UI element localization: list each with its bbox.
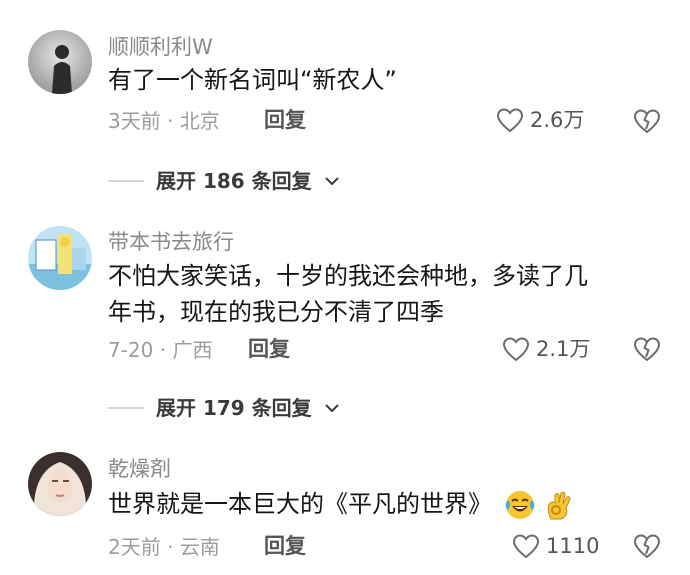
comment-text: 世界就是一本巨大的《平凡的世界》 <box>108 486 575 522</box>
like-count: 2.1万 <box>536 336 591 361</box>
username[interactable]: 带本书去旅行 <box>108 232 234 253</box>
like-button[interactable]: 2.6万 <box>496 107 584 133</box>
avatar[interactable] <box>28 452 92 516</box>
laughing-tears-icon <box>505 491 534 519</box>
like-button[interactable]: 1110 <box>512 533 599 559</box>
expand-replies-label: 展开 186 条回复 <box>156 169 312 193</box>
heart-icon <box>512 534 540 559</box>
meta-separator: · <box>167 535 174 559</box>
comment-location: 云南 <box>179 535 220 559</box>
comment-meta: 2天前 · 云南 <box>108 537 220 557</box>
comment-meta: 7-20 · 广西 <box>108 340 212 360</box>
reply-button[interactable]: 回复 <box>264 110 306 131</box>
like-count: 1110 <box>546 533 600 558</box>
comment-time: 3天前 <box>108 109 161 133</box>
username[interactable]: 顺顺利利W <box>108 37 213 58</box>
heart-icon <box>496 108 524 133</box>
meta-separator: · <box>159 338 167 362</box>
comment-text-line: 世界就是一本巨大的《平凡的世界》 <box>108 490 492 518</box>
meta-separator: · <box>167 109 174 133</box>
username[interactable]: 乾燥剤 <box>108 459 171 480</box>
ok-hand-icon <box>548 491 571 520</box>
dislike-icon[interactable] <box>632 530 662 560</box>
comment-time: 7-20 <box>108 338 154 362</box>
avatar[interactable] <box>28 30 92 94</box>
dislike-icon[interactable] <box>632 333 662 363</box>
avatar[interactable] <box>28 226 92 290</box>
like-count: 2.6万 <box>530 107 585 132</box>
comment-text-line: 年书，现在的我已分不清了四季 <box>108 298 444 326</box>
reply-button[interactable]: 回复 <box>248 339 290 360</box>
heart-icon <box>502 337 530 362</box>
expand-replies-button[interactable]: 展开 179 条回复 <box>108 398 340 418</box>
comment-text: 有了一个新名词叫“新农人” <box>108 62 397 98</box>
chevron-down-icon <box>324 177 339 186</box>
dislike-icon[interactable] <box>632 105 662 135</box>
expand-replies-button[interactable]: 展开 186 条回复 <box>108 171 340 191</box>
comment-text: 不怕大家笑话，十岁的我还会种地，多读了几 年书，现在的我已分不清了四季 <box>108 258 588 330</box>
comment-meta: 3天前 · 北京 <box>108 111 220 131</box>
reply-button[interactable]: 回复 <box>264 536 306 557</box>
expand-replies-label: 展开 179 条回复 <box>156 396 312 420</box>
divider-line <box>108 180 144 182</box>
comment-location: 广西 <box>172 338 213 362</box>
comment-time: 2天前 <box>108 535 161 559</box>
chevron-down-icon <box>324 404 339 413</box>
divider-line <box>108 407 144 409</box>
comment-text-line: 有了一个新名词叫“新农人” <box>108 66 397 94</box>
comment-text-line: 不怕大家笑话，十岁的我还会种地，多读了几 <box>108 262 588 290</box>
like-button[interactable]: 2.1万 <box>502 336 590 362</box>
comment-location: 北京 <box>179 109 220 133</box>
